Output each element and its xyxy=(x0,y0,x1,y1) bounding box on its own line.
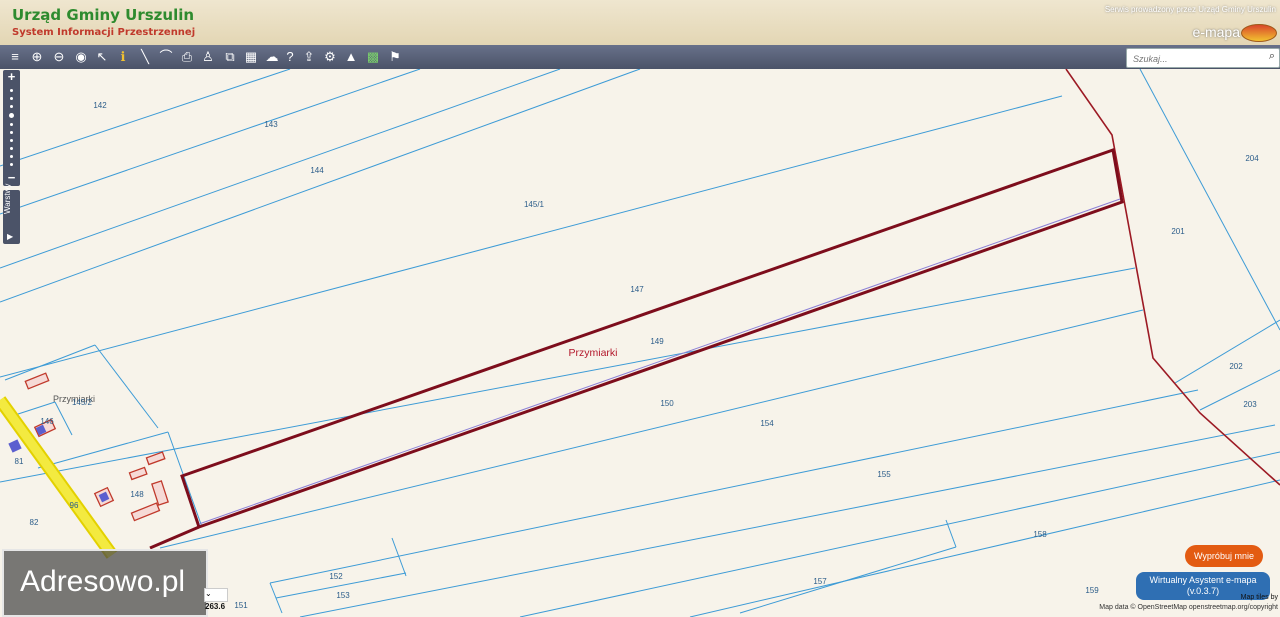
service-note: Serwis prowadzony przez Urząd Gminy Ursz… xyxy=(1104,5,1276,14)
parcel-label: 155 xyxy=(877,470,891,479)
cloud-icon[interactable]: ☁ xyxy=(263,48,281,66)
parcel-label: 204 xyxy=(1245,154,1259,163)
select-arrow-icon[interactable]: ↖ xyxy=(93,48,111,66)
parcel-label: 143 xyxy=(264,120,278,129)
scale-value: 263.6 xyxy=(205,602,226,611)
area-label: Przymiarki xyxy=(569,347,618,359)
zoom-step[interactable] xyxy=(10,105,13,108)
parcel-label: 157 xyxy=(813,577,827,586)
parcel-label: 203 xyxy=(1243,400,1257,409)
parcel-label: 159 xyxy=(1085,586,1099,595)
parcel-label: 202 xyxy=(1229,362,1243,371)
upload-icon[interactable]: ⇪ xyxy=(300,48,318,66)
parcel-label: 145/1 xyxy=(524,200,545,209)
zoom-step[interactable] xyxy=(10,147,13,150)
parcel-label: 150 xyxy=(660,399,674,408)
parcel-label: 81 xyxy=(15,457,24,466)
parcel-label: 82 xyxy=(30,518,39,527)
street-view-icon[interactable]: ♙ xyxy=(199,48,217,66)
parcel-label: 151 xyxy=(234,601,248,610)
expand-arrow-icon: ▶ xyxy=(7,232,14,241)
zoom-step[interactable] xyxy=(10,155,13,158)
measure-line-icon[interactable]: ╲ xyxy=(136,48,154,66)
zoom-in-icon[interactable]: ⊕ xyxy=(28,48,46,66)
layers-tab-label: Warstwy xyxy=(3,183,12,214)
parcel-label: 153 xyxy=(336,591,350,600)
parcel-label: 149 xyxy=(650,337,664,346)
zoom-step[interactable] xyxy=(10,97,13,100)
assistant-title: Wirtualny Asystent e-mapa xyxy=(1149,575,1257,585)
try-me-button[interactable]: Wypróbuj mnie xyxy=(1185,545,1263,567)
watermark-text: Adresowo.pl xyxy=(20,565,186,598)
route-icon[interactable]: ▲ xyxy=(342,48,360,66)
zoom-step[interactable] xyxy=(10,131,13,134)
zoom-plus-button[interactable]: + xyxy=(3,70,20,84)
parcel-label: 201 xyxy=(1171,227,1185,236)
map-toolbar: ≡ ⊕ ⊖ ◉ ↖ ℹ ╲ ⌒ ⎙ ♙ ⧉ ▦ ☁ ? ⇪ ⚙ ▲ ▩ ⚑ xyxy=(0,45,1280,69)
info-icon[interactable]: ℹ xyxy=(114,48,132,66)
parcel-label: 144 xyxy=(310,166,324,175)
parcel-label: 158 xyxy=(1033,530,1047,539)
search-icon[interactable]: ⌕ xyxy=(1269,50,1275,63)
app-subtitle: System Informacji Przestrzennej xyxy=(12,27,196,38)
parcel-label: 146 xyxy=(40,417,54,426)
zoom-out-icon[interactable]: ⊖ xyxy=(50,48,68,66)
parcel-label: 96 xyxy=(70,501,79,510)
data-attribution[interactable]: Map data © OpenStreetMap openstreetmap.o… xyxy=(1099,604,1278,611)
measure-area-icon[interactable]: ⌒ xyxy=(157,48,175,66)
parcel-label: 145/2 xyxy=(72,398,93,407)
parcel-label: 152 xyxy=(329,572,343,581)
layers-panel-toggle[interactable]: Warstwy ▶ xyxy=(3,184,20,244)
brand-name: e-mapa xyxy=(1192,24,1240,40)
search-input[interactable] xyxy=(1131,50,1263,67)
zoom-handle[interactable] xyxy=(9,113,14,118)
zoom-step[interactable] xyxy=(10,123,13,126)
full-extent-icon[interactable]: ◉ xyxy=(72,48,90,66)
layers-icon[interactable]: ≡ xyxy=(6,48,24,66)
layout-icon[interactable]: ▦ xyxy=(242,48,260,66)
app-header: Urząd Gminy Urszulin System Informacji P… xyxy=(0,0,1280,46)
scale-select[interactable]: ⌄ xyxy=(204,588,228,602)
settings-icon[interactable]: ⚙ xyxy=(321,48,339,66)
brand-logo xyxy=(1241,24,1277,42)
app-title: Urząd Gminy Urszulin xyxy=(12,6,195,24)
parcel-label: 147 xyxy=(630,285,644,294)
zoom-step[interactable] xyxy=(10,89,13,92)
coordinates-icon[interactable]: ⧉ xyxy=(221,48,239,66)
palette-icon[interactable]: ▩ xyxy=(364,48,382,66)
tiles-attribution: Map tiles by xyxy=(1240,594,1278,601)
zoom-step[interactable] xyxy=(10,139,13,142)
print-icon[interactable]: ⎙ xyxy=(178,48,196,66)
help-icon[interactable]: ? xyxy=(281,48,299,66)
search-box: ⌕ xyxy=(1126,48,1280,68)
map-canvas[interactable]: Przymiarki Przymiarki 142 143 144 145/1 … xyxy=(0,69,1280,617)
parcel-label: 142 xyxy=(93,101,107,110)
watermark: Adresowo.pl xyxy=(2,549,208,617)
parcel-label: 154 xyxy=(760,419,774,428)
legend-icon[interactable]: ⚑ xyxy=(386,48,404,66)
parcel-label: 148 xyxy=(130,490,144,499)
